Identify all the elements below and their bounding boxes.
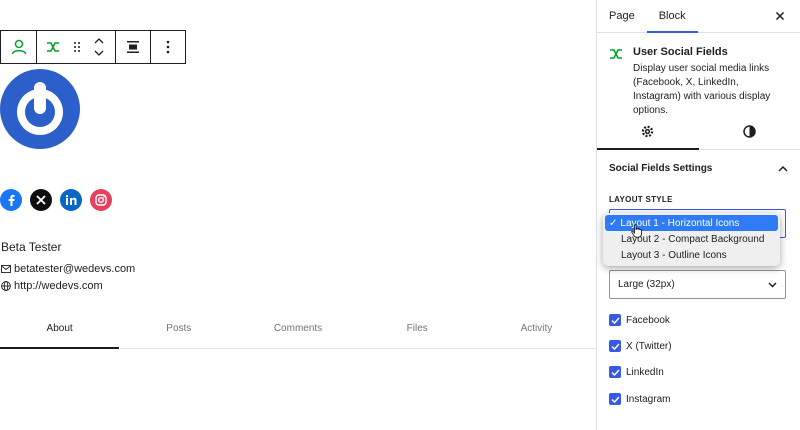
tab-block[interactable]: Block xyxy=(646,0,698,33)
block-mover xyxy=(89,31,109,63)
drag-icon xyxy=(74,42,80,52)
linkedin-checkbox[interactable] xyxy=(609,366,621,378)
toolbar-parent-group xyxy=(0,30,37,64)
close-sidebar-button[interactable] xyxy=(772,8,788,24)
hand-cursor-icon xyxy=(631,224,642,238)
chevron-up-icon xyxy=(778,165,788,172)
sidebar-header: Page Block xyxy=(597,0,800,33)
tab-files[interactable]: Files xyxy=(358,312,477,348)
drag-handle[interactable] xyxy=(65,31,89,63)
layout-option-3[interactable]: Layout 3 - Outline Icons xyxy=(605,247,778,263)
share-icon xyxy=(47,42,59,52)
move-down-button[interactable] xyxy=(94,47,104,60)
x-icon[interactable] xyxy=(30,189,52,211)
tab-page[interactable]: Page xyxy=(597,0,647,32)
gear-icon xyxy=(642,125,654,138)
checkmark-icon xyxy=(610,316,620,324)
linkedin-checkbox-row[interactable]: LinkedIn xyxy=(609,366,664,378)
instagram-checkbox-row[interactable]: Instagram xyxy=(609,393,670,405)
profile-email[interactable]: betatester@wedevs.com xyxy=(14,263,135,275)
contrast-icon xyxy=(743,125,756,138)
profile-url[interactable]: http://wedevs.com xyxy=(14,280,103,292)
align-wide-icon xyxy=(127,41,139,53)
layout-style-label: Layout Style xyxy=(609,195,673,204)
user-icon xyxy=(11,39,26,55)
profile-url-row: http://wedevs.com xyxy=(1,280,103,292)
mail-icon xyxy=(1,265,11,273)
linkedin-checkbox-label: LinkedIn xyxy=(626,366,664,378)
profile-email-row: betatester@wedevs.com xyxy=(1,263,135,275)
options-button[interactable] xyxy=(151,31,185,63)
facebook-icon[interactable] xyxy=(0,189,22,211)
facebook-checkbox-row[interactable]: Facebook xyxy=(609,314,670,326)
settings-tab[interactable] xyxy=(597,114,699,150)
tab-comments[interactable]: Comments xyxy=(238,312,357,348)
move-up-button[interactable] xyxy=(94,34,104,47)
social-icons xyxy=(0,189,120,211)
toolbar-options-group xyxy=(150,30,186,64)
share-icon xyxy=(610,49,622,59)
toolbar-align-group xyxy=(115,30,151,64)
profile-name: Beta Tester xyxy=(1,240,62,254)
align-button[interactable] xyxy=(116,31,150,63)
instagram-checkbox[interactable] xyxy=(609,393,621,405)
x-checkbox[interactable] xyxy=(609,340,621,352)
facebook-checkbox-label: Facebook xyxy=(626,314,670,326)
more-vertical-icon xyxy=(166,40,170,54)
instagram-checkbox-label: Instagram xyxy=(626,393,671,405)
inspector-tabs xyxy=(597,114,800,150)
layout-option-3-label: Layout 3 - Outline Icons xyxy=(621,249,727,261)
block-description: Display user social media links (Faceboo… xyxy=(633,63,771,116)
checkmark-icon xyxy=(610,342,620,350)
layout-style-dropdown: ✓ Layout 1 - Horizontal Icons Layout 2 -… xyxy=(603,213,780,266)
icon-size-value: Large (32px) xyxy=(618,279,675,290)
block-title: User Social Fields xyxy=(633,46,728,58)
block-toolbar xyxy=(0,30,186,64)
editor-canvas: Beta Tester betatester@wedevs.com http:/… xyxy=(0,0,596,430)
profile-tabs: About Posts Comments Files Activity xyxy=(0,312,596,349)
x-checkbox-label: X (Twitter) xyxy=(626,340,672,352)
toolbar-block-group xyxy=(36,30,116,64)
checkmark-icon: ✓ xyxy=(609,217,618,229)
social-settings-panel-toggle[interactable]: Social Fields Settings xyxy=(597,150,800,187)
globe-icon xyxy=(1,281,11,291)
checkmark-icon xyxy=(610,368,620,376)
avatar xyxy=(0,68,80,150)
checkmark-icon xyxy=(610,395,620,403)
tab-posts[interactable]: Posts xyxy=(119,312,238,348)
chevron-down-icon xyxy=(94,50,104,56)
panel-title: Social Fields Settings xyxy=(609,163,713,174)
styles-tab[interactable] xyxy=(699,114,800,149)
linkedin-icon[interactable] xyxy=(60,189,82,211)
close-icon xyxy=(775,11,785,21)
icon-size-select[interactable]: Large (32px) xyxy=(609,270,786,299)
gravatar-logo-icon xyxy=(0,69,80,149)
chevron-up-icon xyxy=(94,38,104,44)
x-checkbox-row[interactable]: X (Twitter) xyxy=(609,340,672,352)
tab-activity[interactable]: Activity xyxy=(477,312,596,348)
instagram-icon[interactable] xyxy=(90,189,112,211)
social-fields-block-button[interactable] xyxy=(41,31,65,63)
user-profile-block-button[interactable] xyxy=(1,31,36,63)
tab-about[interactable]: About xyxy=(0,312,120,349)
facebook-checkbox[interactable] xyxy=(609,314,621,326)
chevron-down-icon xyxy=(768,282,777,287)
